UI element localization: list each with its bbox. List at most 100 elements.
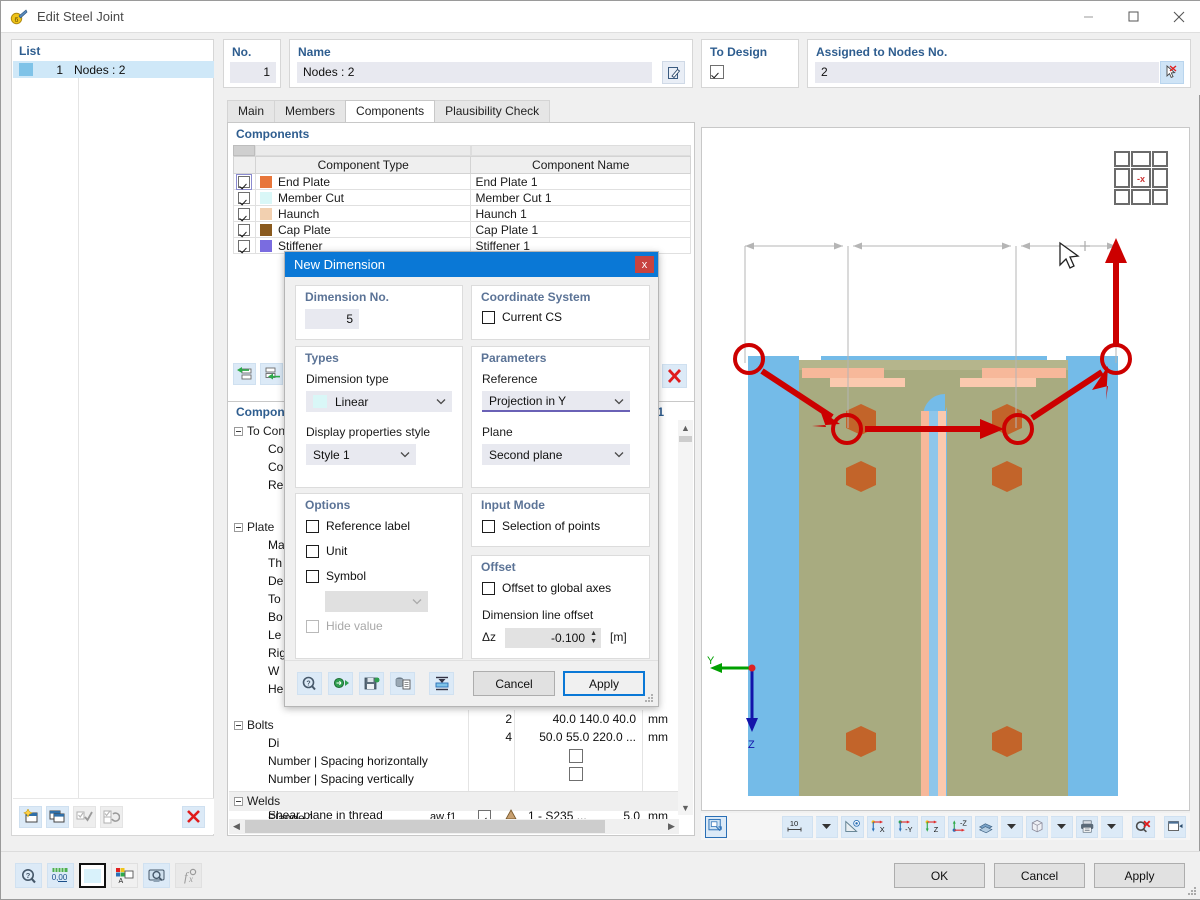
import-settings-button[interactable] (328, 672, 353, 695)
scroll-up-arrow[interactable]: ▲ (678, 420, 693, 435)
move-component-down-icon[interactable] (260, 363, 283, 385)
dimension-no-input[interactable]: 5 (305, 309, 359, 329)
scroll-down-arrow[interactable]: ▼ (678, 800, 693, 815)
box-view-button[interactable] (1025, 815, 1048, 838)
tab-plausibility-check[interactable]: Plausibility Check (434, 100, 551, 122)
table-row[interactable]: Member Cut Member Cut 1 (233, 189, 691, 206)
scale-stepper-button[interactable]: 10 (782, 815, 813, 838)
dialog-close-button[interactable]: x (635, 256, 654, 273)
table-row[interactable]: End Plate End Plate 1 (233, 173, 691, 191)
list-item[interactable]: 1 Nodes : 2 (13, 61, 214, 78)
scrollbar-thumb[interactable] (679, 436, 692, 442)
dialog-apply-button[interactable]: Apply (563, 671, 645, 696)
copy-joint-button[interactable] (46, 805, 69, 828)
unit-checkbox-row[interactable]: Unit (306, 544, 347, 558)
close-button[interactable] (1156, 1, 1200, 32)
measure-button[interactable] (840, 815, 865, 838)
print-button[interactable] (1076, 815, 1099, 838)
symbol-checkbox-row[interactable]: Symbol (306, 569, 366, 583)
numeric-format-button[interactable]: 0,00 (47, 863, 74, 888)
scroll-right-arrow[interactable]: ▶ (664, 819, 679, 834)
check-all-button[interactable] (73, 805, 96, 828)
row-checkbox[interactable] (233, 237, 256, 254)
view-negy-button[interactable]: -Y (894, 815, 919, 838)
delete-component-icon[interactable] (662, 364, 687, 388)
view-x-button[interactable]: X (867, 815, 892, 838)
offset-value-stepper[interactable]: -0.100 ▲ ▼ (505, 628, 601, 648)
row-checkbox[interactable] (233, 189, 256, 206)
detail-horizontal-scrollbar[interactable]: ◀ ▶ (229, 819, 679, 834)
name-input[interactable]: Nodes : 2 (297, 62, 652, 83)
shear-plane-checkbox[interactable] (569, 766, 583, 781)
collapse-icon[interactable] (234, 796, 243, 806)
delete-joint-button[interactable] (182, 805, 205, 828)
center-dimension-button[interactable] (429, 672, 454, 695)
offset-global-axes-checkbox-row[interactable]: Offset to global axes (482, 581, 611, 595)
copy-settings-button[interactable] (390, 672, 415, 695)
resize-grip[interactable] (643, 692, 654, 703)
selection-of-points-checkbox-row[interactable]: Selection of points (482, 519, 600, 533)
row-name-cell: End Plate 1 (470, 173, 691, 190)
maximize-button[interactable] (1111, 1, 1156, 32)
save-settings-button[interactable] (359, 672, 384, 695)
minimize-button[interactable] (1066, 1, 1111, 32)
box-dropdown-arrow[interactable] (1051, 815, 1073, 838)
help-button[interactable]: ? (15, 863, 42, 888)
edit-pencil-icon[interactable] (662, 61, 685, 84)
cancel-button[interactable]: Cancel (994, 863, 1085, 888)
table-row[interactable]: Haunch Haunch 1 (233, 205, 691, 222)
print-dropdown-arrow[interactable] (1101, 815, 1124, 838)
move-component-up-icon[interactable] (233, 363, 256, 385)
detail-vertical-scrollbar[interactable]: ▲ ▼ (678, 420, 693, 815)
view-settings-button[interactable] (143, 863, 170, 888)
tab-components[interactable]: Components (345, 100, 436, 122)
to-design-checkbox[interactable] (710, 64, 724, 79)
scrollbar-thumb[interactable] (245, 820, 605, 833)
row-checkbox[interactable] (233, 173, 256, 191)
ok-button[interactable]: OK (894, 863, 985, 888)
dimension-type-select[interactable]: Linear (306, 391, 452, 412)
shading-button[interactable] (975, 815, 998, 838)
detach-view-button[interactable] (1163, 815, 1186, 838)
help-button[interactable]: ? (297, 672, 322, 695)
collapse-icon[interactable] (234, 720, 243, 730)
scale-dropdown-arrow[interactable] (815, 815, 838, 838)
collapse-icon[interactable] (234, 426, 243, 436)
view-z-button[interactable]: Z (921, 815, 946, 838)
current-cs-checkbox-row[interactable]: Current CS (482, 310, 562, 324)
table-row[interactable]: Cap Plate Cap Plate 1 (233, 221, 691, 238)
tab-main[interactable]: Main (227, 100, 276, 122)
display-style-select[interactable]: Style 1 (306, 444, 416, 465)
preloaded-bolts-checkbox[interactable] (569, 748, 583, 763)
reference-label-checkbox-row[interactable]: Reference label (306, 519, 410, 533)
view-isometric-button[interactable]: -Z (948, 815, 973, 838)
invert-selection-button[interactable] (100, 805, 123, 828)
apply-button[interactable]: Apply (1094, 863, 1185, 888)
tree-item-label: Number | Spacing horizontally (268, 754, 428, 768)
dialog-cancel-button[interactable]: Cancel (473, 671, 555, 696)
scroll-left-arrow[interactable]: ◀ (229, 819, 244, 834)
color-swatch-button[interactable] (79, 863, 106, 888)
pick-node-cursor-icon[interactable] (1160, 61, 1184, 84)
components-title: Components (236, 127, 310, 141)
svg-text:0,00: 0,00 (52, 873, 68, 882)
row-checkbox[interactable] (233, 221, 256, 238)
assigned-nodes-input[interactable]: 2 (815, 62, 1159, 83)
stepper-arrows-icon[interactable]: ▲ ▼ (590, 630, 597, 646)
shading-dropdown-arrow[interactable] (1000, 815, 1023, 838)
joint-3d-viewport[interactable]: -x Y Z (701, 127, 1190, 811)
render-mode-button[interactable] (705, 815, 727, 838)
plane-select[interactable]: Second plane (482, 444, 630, 465)
clear-selection-button[interactable] (1132, 815, 1155, 838)
tree-group-label: To Con (247, 424, 286, 438)
tree-item[interactable]: Number | Spacing vertically (234, 770, 674, 788)
tree-group-welds[interactable]: Welds (234, 792, 280, 810)
window-resize-grip[interactable] (1186, 885, 1197, 896)
tab-members[interactable]: Members (274, 100, 347, 122)
reference-select[interactable]: Projection in Y (482, 391, 630, 412)
row-checkbox[interactable] (233, 205, 256, 222)
collapse-icon[interactable] (234, 522, 243, 532)
new-joint-button[interactable] (19, 805, 42, 828)
display-properties-button[interactable]: A (111, 863, 138, 888)
tree-item[interactable]: Number | Spacing horizontally (234, 752, 674, 770)
